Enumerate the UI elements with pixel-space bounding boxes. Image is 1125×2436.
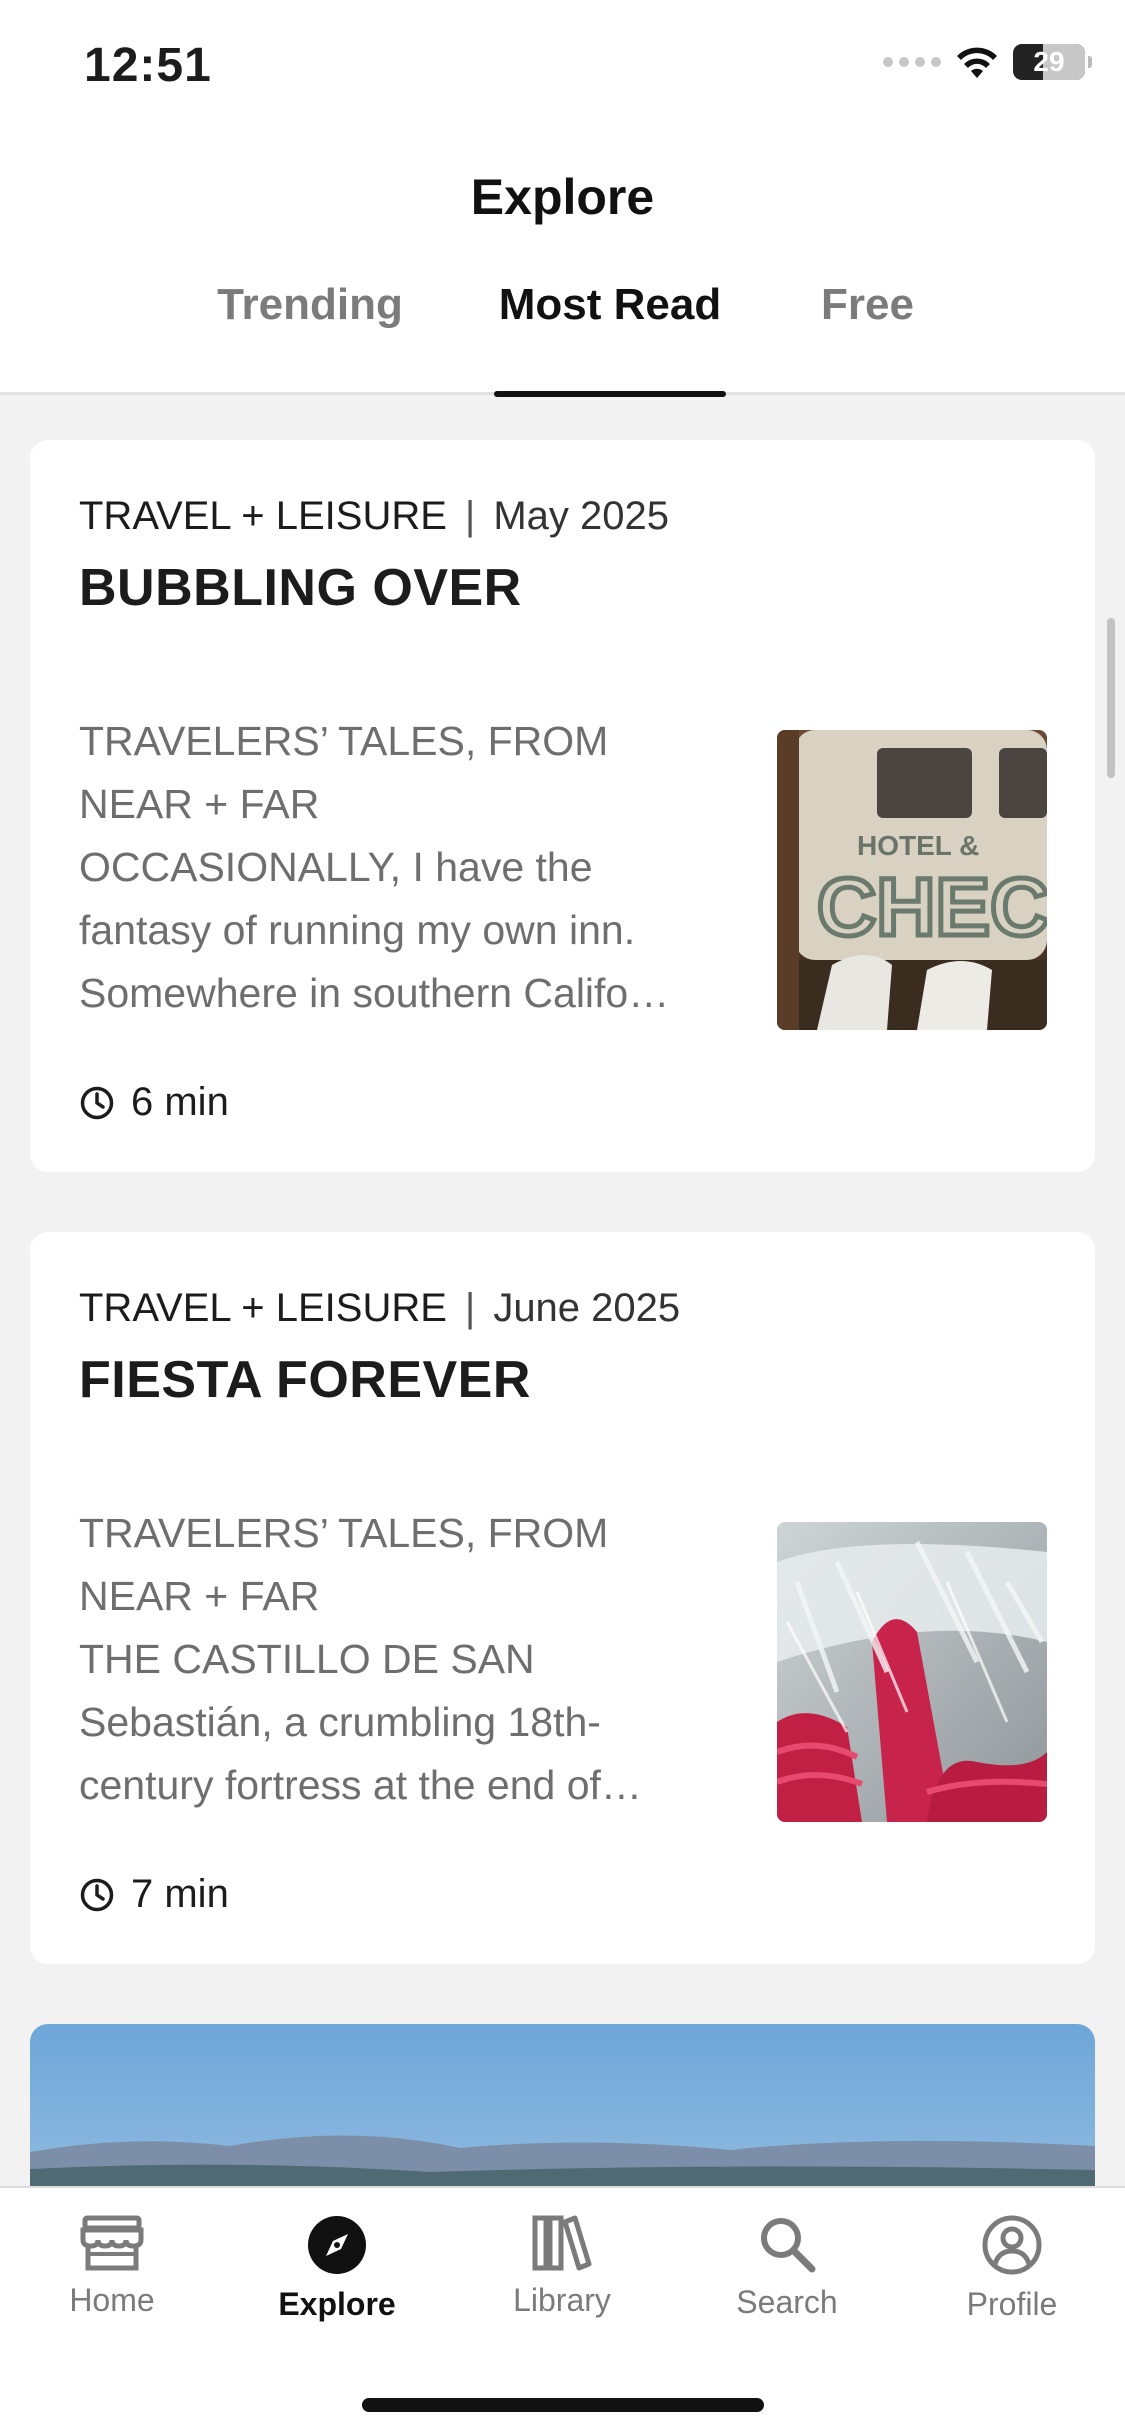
battery-level: 29 bbox=[1033, 46, 1065, 77]
page-title: Explore bbox=[470, 169, 655, 225]
article-card[interactable]: TRAVEL + LEISURE | May 2025 BUBBLING OVER … bbox=[30, 440, 1095, 1172]
excerpt-line: NEAR + FAR bbox=[79, 781, 320, 827]
article-card[interactable]: TRAVEL + LEISURE | June 2025 FIESTA FOREVE… bbox=[30, 1232, 1095, 1964]
nav-label: Home bbox=[69, 2282, 155, 2318]
tab-trending[interactable]: Trending bbox=[195, 280, 425, 395]
excerpt-line: TRAVELERS’ TALES, FROM bbox=[79, 1510, 609, 1556]
tab-bar: Trending Most Read Free bbox=[0, 280, 1125, 397]
article-thumbnail: HOTEL & CHECK bbox=[777, 730, 1047, 1030]
books-icon bbox=[532, 2215, 592, 2271]
tab-label: Free bbox=[821, 280, 914, 329]
cellular-signal-icon bbox=[883, 57, 941, 67]
nav-label: Search bbox=[736, 2284, 838, 2320]
excerpt-line: TRAVELERS’ TALES, FROM bbox=[79, 718, 609, 764]
active-tab-indicator bbox=[494, 391, 726, 397]
wifi-icon bbox=[957, 47, 997, 78]
storefront-icon bbox=[80, 2215, 144, 2271]
nav-item-profile[interactable]: Profile bbox=[912, 2214, 1112, 2323]
article-meta: TRAVEL + LEISURE | June 2025 bbox=[79, 1286, 680, 1331]
article-title: FIESTA FOREVER bbox=[79, 1351, 531, 1409]
article-thumbnail bbox=[777, 1522, 1047, 1822]
profile-icon bbox=[982, 2215, 1042, 2275]
excerpt-line: THE CASTILLO DE SAN bbox=[79, 1636, 535, 1682]
nav-label: Explore bbox=[278, 2286, 396, 2322]
scrollbar[interactable] bbox=[1107, 618, 1115, 778]
status-icons: 29 bbox=[883, 44, 1092, 80]
clock-icon bbox=[80, 1878, 114, 1911]
svg-text:CHECK: CHECK bbox=[817, 862, 1047, 953]
publication-name: TRAVEL + LEISURE bbox=[79, 494, 447, 538]
tab-label: Most Read bbox=[498, 280, 722, 329]
excerpt-line: NEAR + FAR bbox=[79, 1573, 320, 1619]
article-meta: TRAVEL + LEISURE | May 2025 bbox=[79, 494, 669, 539]
publication-name: TRAVEL + LEISURE bbox=[79, 1286, 447, 1330]
issue-date: June 2025 bbox=[493, 1286, 681, 1330]
nav-item-library[interactable]: Library bbox=[462, 2214, 662, 2319]
excerpt-line: Somewhere in southern Califo… bbox=[79, 970, 670, 1016]
meta-separator: | bbox=[464, 494, 476, 538]
explore-header: Explore Trending Most Read Free bbox=[0, 130, 1125, 397]
battery-icon: 29 bbox=[1013, 44, 1092, 80]
status-time: 12:51 bbox=[84, 39, 212, 92]
nav-item-search[interactable]: Search bbox=[687, 2214, 887, 2321]
tab-most-read[interactable]: Most Read bbox=[494, 280, 726, 397]
tab-free[interactable]: Free bbox=[800, 280, 935, 395]
excerpt-line: Sebastián, a crumbling 18th- bbox=[79, 1699, 601, 1745]
read-time-label: 6 min bbox=[131, 1080, 229, 1124]
tab-label: Trending bbox=[217, 280, 403, 329]
article-excerpt: TRAVELERS’ TALES, FROM NEAR + FAR THE CA… bbox=[79, 1502, 729, 1817]
read-time-label: 7 min bbox=[131, 1872, 229, 1916]
excerpt-line: century fortress at the end of… bbox=[79, 1762, 642, 1808]
article-excerpt: TRAVELERS’ TALES, FROM NEAR + FAR OCCASI… bbox=[79, 710, 729, 1025]
nav-item-home[interactable]: Home bbox=[12, 2214, 212, 2319]
read-time: 6 min bbox=[79, 1080, 229, 1125]
search-icon bbox=[761, 2218, 816, 2273]
compass-icon bbox=[308, 2216, 366, 2274]
issue-date: May 2025 bbox=[493, 494, 669, 538]
status-bar: 12:51 29 bbox=[0, 0, 1125, 130]
excerpt-line: OCCASIONALLY, I have the bbox=[79, 844, 593, 890]
home-indicator[interactable] bbox=[362, 2398, 764, 2412]
nav-item-explore[interactable]: Explore bbox=[237, 2214, 437, 2323]
read-time: 7 min bbox=[79, 1872, 229, 1917]
meta-separator: | bbox=[464, 1286, 476, 1330]
svg-text:HOTEL &: HOTEL & bbox=[857, 830, 979, 861]
nav-label: Profile bbox=[966, 2286, 1058, 2322]
nav-label: Library bbox=[513, 2282, 611, 2318]
excerpt-line: fantasy of running my own inn. bbox=[79, 907, 636, 953]
clock-icon bbox=[80, 1086, 114, 1119]
article-title: BUBBLING OVER bbox=[79, 559, 522, 617]
